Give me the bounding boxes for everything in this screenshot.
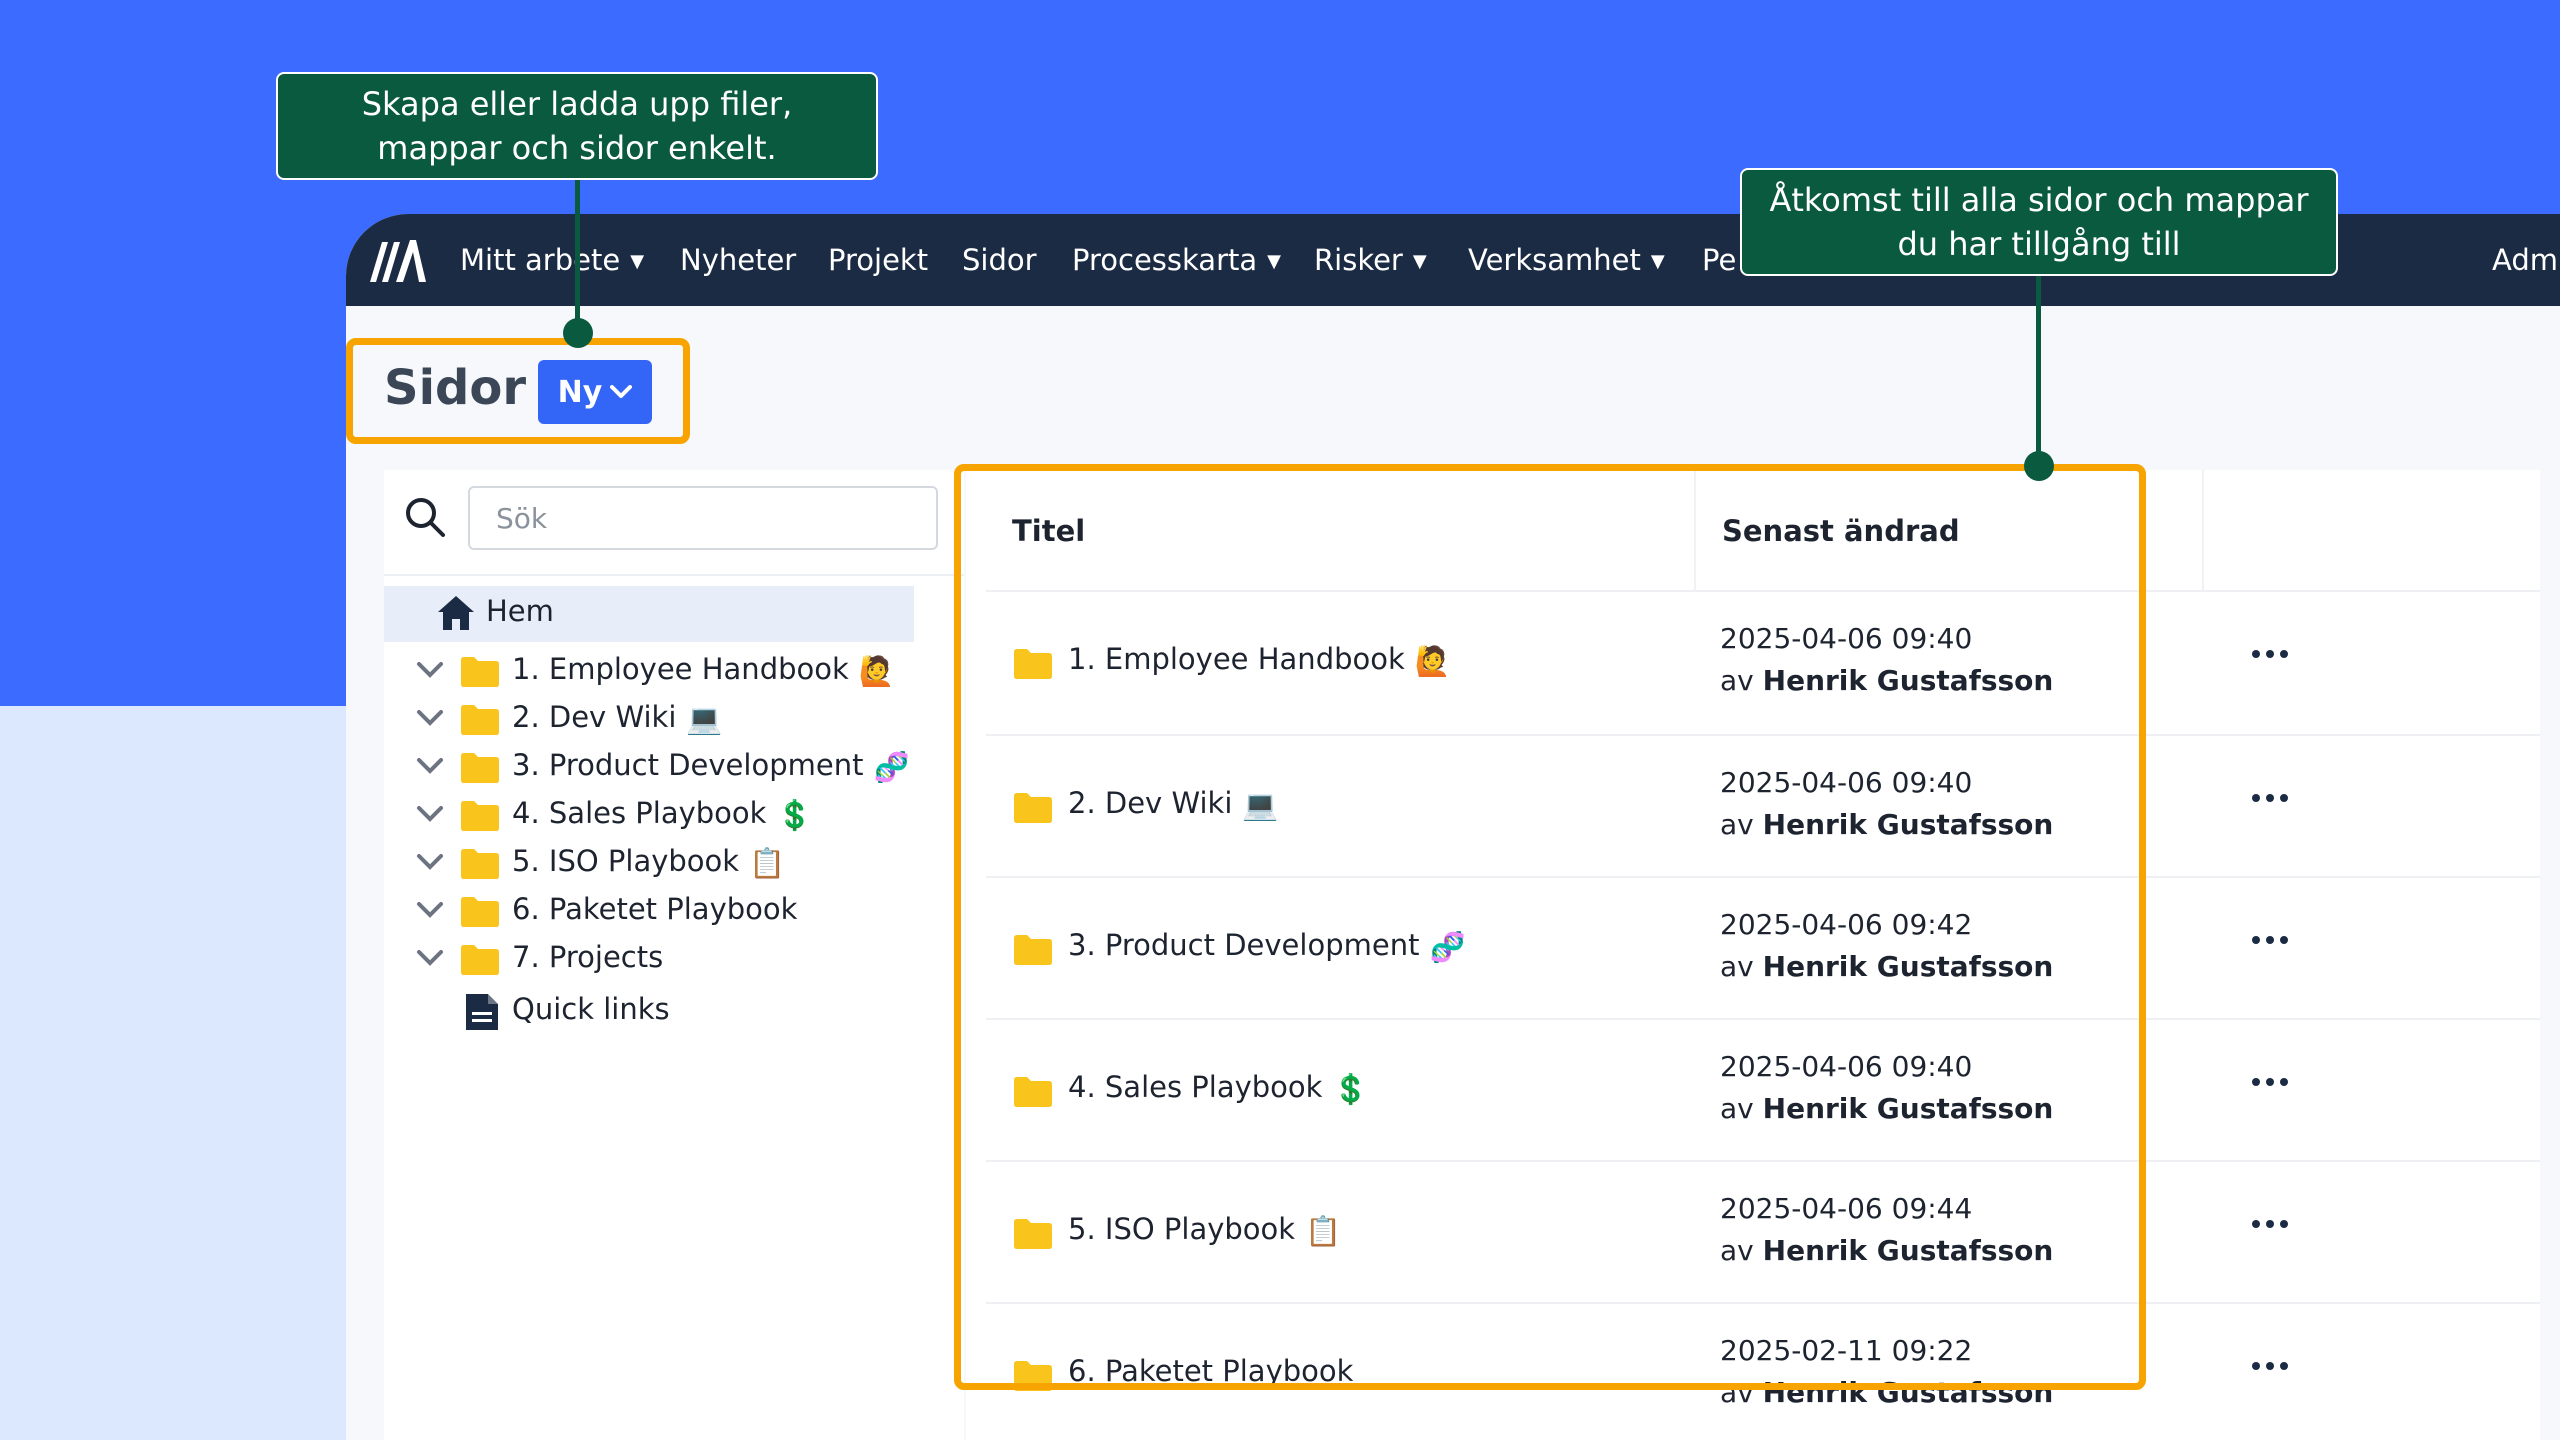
chevron-down-icon[interactable] [416,852,444,872]
laptop-emoji-icon: 💻 [686,701,723,736]
tree-item-quick-links[interactable]: Quick links [384,988,944,1036]
caret-down-icon: ▼ [1412,251,1427,272]
nav-risker[interactable]: Risker ▼ [1314,238,1427,284]
document-icon [466,994,498,1030]
callout-dot [2024,451,2054,481]
chevron-down-icon[interactable] [416,708,444,728]
more-options-icon[interactable] [2250,788,2290,808]
caret-down-icon: ▼ [1650,251,1665,272]
tree-item-label: 1. Employee Handbook [512,652,849,686]
tree-item-sales-playbook[interactable]: 4. Sales Playbook 💲 [384,792,944,840]
nav-verksamhet[interactable]: Verksamhet ▼ [1468,238,1665,284]
more-options-icon[interactable] [2250,1214,2290,1234]
highlight-table-area [954,464,2146,1390]
callout-access: Åtkomst till alla sidor och mappar du ha… [1740,168,2338,276]
tree-item-dev-wiki[interactable]: 2. Dev Wiki 💻 [384,696,944,744]
divider [384,574,964,576]
tree-item-label: Hem [486,594,554,628]
dollar-emoji-icon: 💲 [776,797,813,832]
callout-connector [2036,272,2041,462]
raised-hand-emoji-icon: 🙋 [858,653,895,688]
folder-icon [461,945,499,975]
chevron-down-icon[interactable] [416,948,444,968]
more-options-icon[interactable] [2250,930,2290,950]
tree-item-projects[interactable]: 7. Projects [384,936,944,984]
clipboard-emoji-icon: 📋 [749,845,786,880]
dna-emoji-icon: 🧬 [873,749,910,784]
folder-icon [461,705,499,735]
tree-item-label: 6. Paketet Playbook [512,892,798,926]
nav-pe[interactable]: Pe [1702,238,1736,282]
nav-admin[interactable]: Admi [2492,238,2560,282]
column-divider [2202,470,2204,592]
chevron-down-icon[interactable] [416,756,444,776]
tree-item-label: 7. Projects [512,940,664,974]
tree-item-label: 4. Sales Playbook [512,796,767,830]
home-icon [438,596,474,630]
callout-dot [563,318,593,348]
folder-icon [461,753,499,783]
tree-item-label: 3. Product Development [512,748,864,782]
folder-icon [461,657,499,687]
caret-down-icon: ▼ [1267,251,1281,272]
search-icon [406,498,445,537]
tree-item-label: 5. ISO Playbook [512,844,740,878]
caret-down-icon: ▼ [630,251,645,272]
tree-item-employee-handbook[interactable]: 1. Employee Handbook 🙋 [384,648,944,696]
more-options-icon[interactable] [2250,1072,2290,1092]
callout-connector [575,176,580,332]
folder-icon [461,801,499,831]
folder-icon [461,849,499,879]
more-options-icon[interactable] [2250,1356,2290,1376]
search-input[interactable] [468,486,938,550]
nav-processkarta[interactable]: Processkarta ▼ [1072,238,1281,284]
tree-item-paketet-playbook[interactable]: 6. Paketet Playbook [384,888,944,936]
nav-mitt-arbete[interactable]: Mitt arbete ▼ [460,238,644,284]
nav-nyheter[interactable]: Nyheter [680,238,796,282]
folder-icon [461,897,499,927]
tree-item-label: Quick links [512,992,670,1026]
chevron-down-icon[interactable] [416,804,444,824]
nav-sidor[interactable]: Sidor [962,238,1037,282]
nav-projekt[interactable]: Projekt [828,238,928,282]
callout-create: Skapa eller ladda upp filer, mappar och … [276,72,878,180]
tree-item-home[interactable]: Hem [384,586,914,642]
tree-item-product-development[interactable]: 3. Product Development 🧬 [384,744,944,792]
brand-logo-icon[interactable] [366,236,426,286]
sidebar: Hem 1. Employee Handbook 🙋 2. Dev Wiki 💻 3… [384,470,964,1440]
tree-item-iso-playbook[interactable]: 5. ISO Playbook 📋 [384,840,944,888]
more-options-icon[interactable] [2250,644,2290,664]
highlight-title-area [346,338,690,444]
chevron-down-icon[interactable] [416,660,444,680]
tree-item-label: 2. Dev Wiki [512,700,677,734]
chevron-down-icon[interactable] [416,900,444,920]
